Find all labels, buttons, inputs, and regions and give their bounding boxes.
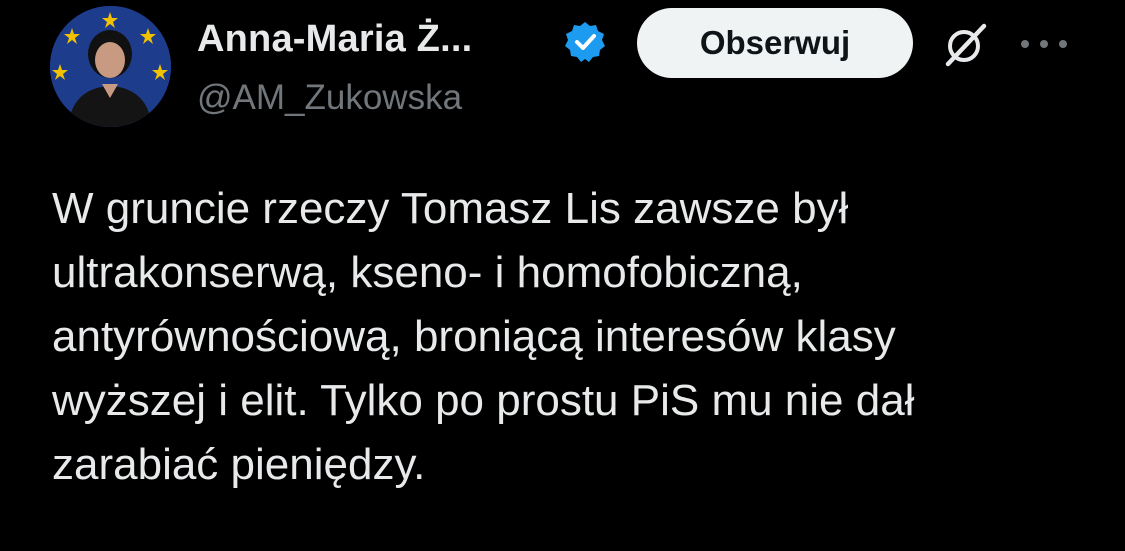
author-display-name[interactable]: Anna-Maria Ż...: [197, 18, 472, 61]
tweet-text-line: wyższej i elit. Tylko po prostu PiS mu n…: [52, 376, 915, 425]
grok-icon[interactable]: [940, 20, 990, 70]
tweet-card: Anna-Maria Ż... @AM_Zukowska Obserwuj W …: [0, 0, 1125, 551]
follow-button[interactable]: Obserwuj: [637, 8, 913, 78]
tweet-text-line: W gruncie rzeczy Tomasz Lis zawsze był: [52, 184, 849, 233]
more-options-icon[interactable]: [1016, 34, 1072, 54]
profile-avatar[interactable]: [50, 6, 171, 127]
tweet-text-line: antyrównościową, broniącą interesów klas…: [52, 312, 896, 361]
author-handle[interactable]: @AM_Zukowska: [197, 78, 462, 118]
tweet-text-line: ultrakonserwą, kseno- i homofobiczną,: [52, 248, 803, 297]
verified-badge-icon: [563, 20, 607, 64]
tweet-text: W gruncie rzeczy Tomasz Lis zawsze był u…: [52, 177, 1102, 497]
tweet-text-line: zarabiać pieniędzy.: [52, 440, 426, 489]
